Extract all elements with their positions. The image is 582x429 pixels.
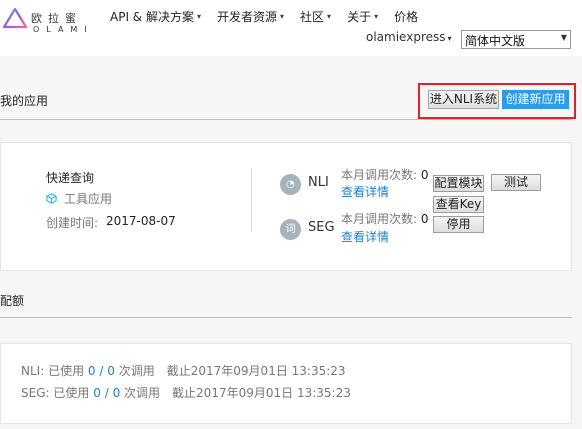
quota-expiry: 截止2017年09月01日 13:35:23 — [172, 386, 351, 400]
nav-item-label: 开发者资源 — [217, 9, 278, 24]
enter-nli-system-button[interactable]: 进入NLI系统 — [428, 90, 499, 109]
configure-modules-button[interactable]: 配置模块 — [433, 175, 484, 192]
quota-title: 配额 — [0, 294, 25, 308]
app-type: 工具应用 — [46, 190, 112, 207]
top-navbar: 欧拉蜜 OLAMI API & 解决方案 ▾ 开发者资源 ▾ 社区 ▾ 关于 ▾ 价格 … — [0, 0, 582, 56]
created-time-label: 创建时间: — [46, 216, 99, 230]
view-details-link-seg[interactable]: 查看详情 — [341, 228, 389, 245]
quota-used-label: 已使用 — [53, 386, 90, 400]
caret-down-icon: ▾ — [327, 11, 332, 21]
count-value: 0 — [420, 212, 429, 226]
nav-item-label: 关于 — [347, 9, 372, 24]
service-count-nli: 本月调用次数: 0 — [341, 166, 429, 183]
my-apps-title: 我的应用 — [0, 94, 49, 108]
quota-unit: 次调用 — [118, 364, 155, 378]
view-key-button[interactable]: 查看Key — [433, 196, 484, 213]
username: olamiexpress — [366, 30, 446, 44]
count-label: 本月调用次数: — [341, 168, 418, 182]
seg-service-icon: 词 — [280, 219, 301, 240]
logo-text-en: OLAMI — [33, 25, 94, 34]
nav-item-about[interactable]: 关于 ▾ — [347, 7, 378, 25]
test-button[interactable]: 测试 — [491, 174, 541, 191]
main-nav: API & 解决方案 ▾ 开发者资源 ▾ 社区 ▾ 关于 ▾ 价格 — [110, 7, 434, 25]
count-value: 0 — [420, 168, 429, 182]
service-name-nli: NLI — [308, 175, 329, 190]
service-count-seg: 本月调用次数: 0 — [341, 210, 429, 227]
nav-item-label: 社区 — [300, 9, 325, 24]
service-name-seg: SEG — [308, 220, 335, 235]
quota-row-nli: NLI: 已使用 0 / 0 次调用 截止2017年09月01日 13:35:23 — [21, 362, 346, 379]
quota-row-seg: SEG: 已使用 0 / 0 次调用 截止2017年09月01日 13:35:23 — [21, 384, 351, 401]
quota-total: 0 — [107, 364, 115, 378]
olami-logo[interactable]: 欧拉蜜 OLAMI — [2, 6, 87, 36]
view-details-link-nli[interactable]: 查看详情 — [341, 183, 389, 200]
divider — [0, 317, 572, 318]
quota-total: 0 — [112, 386, 121, 400]
nav-item-label: 价格 — [394, 9, 419, 24]
quota-service: NLI: — [21, 364, 45, 378]
quota-used: 0 — [87, 364, 96, 378]
chevron-down-icon: ▼ — [560, 33, 567, 42]
created-time-value: 2017-08-07 — [106, 214, 176, 228]
logo-text-cn: 欧拉蜜 — [31, 12, 82, 25]
nli-service-icon: ◔ — [280, 174, 301, 195]
logo-mark-icon — [2, 7, 28, 29]
nav-item-label: API & 解决方案 — [110, 9, 194, 24]
cube-icon — [46, 193, 57, 204]
quota-sep: / — [99, 364, 104, 378]
vertical-divider — [251, 168, 252, 232]
disable-button[interactable]: 停用 — [433, 216, 484, 233]
quota-expiry: 截止2017年09月01日 13:35:23 — [166, 364, 346, 378]
caret-down-icon: ▾ — [374, 11, 379, 21]
quota-unit: 次调用 — [124, 386, 161, 400]
caret-down-icon: ▾ — [447, 34, 452, 43]
count-label: 本月调用次数: — [341, 212, 418, 226]
language-select-value: 简体中文版 — [465, 34, 526, 48]
create-new-app-button[interactable]: 创建新应用 — [502, 90, 569, 109]
quota-used: 0 — [93, 386, 101, 400]
app-name[interactable]: 快递查询 — [46, 169, 94, 186]
caret-down-icon: ▾ — [280, 11, 285, 21]
nav-item-developer-resources[interactable]: 开发者资源 ▾ — [217, 7, 284, 25]
quota-used-label: 已使用 — [48, 364, 85, 378]
nav-item-community[interactable]: 社区 ▾ — [300, 7, 331, 25]
divider — [0, 119, 572, 120]
nav-item-pricing[interactable]: 价格 — [394, 7, 418, 25]
user-menu[interactable]: olamiexpress ▾ — [366, 30, 452, 44]
language-select[interactable]: 简体中文版 ▼ — [461, 30, 571, 49]
quota-sep: / — [104, 386, 109, 400]
quota-service: SEG: — [21, 386, 50, 400]
caret-down-icon: ▾ — [196, 11, 201, 21]
nav-item-api-solutions[interactable]: API & 解决方案 ▾ — [110, 7, 201, 25]
app-type-label: 工具应用 — [64, 192, 113, 206]
